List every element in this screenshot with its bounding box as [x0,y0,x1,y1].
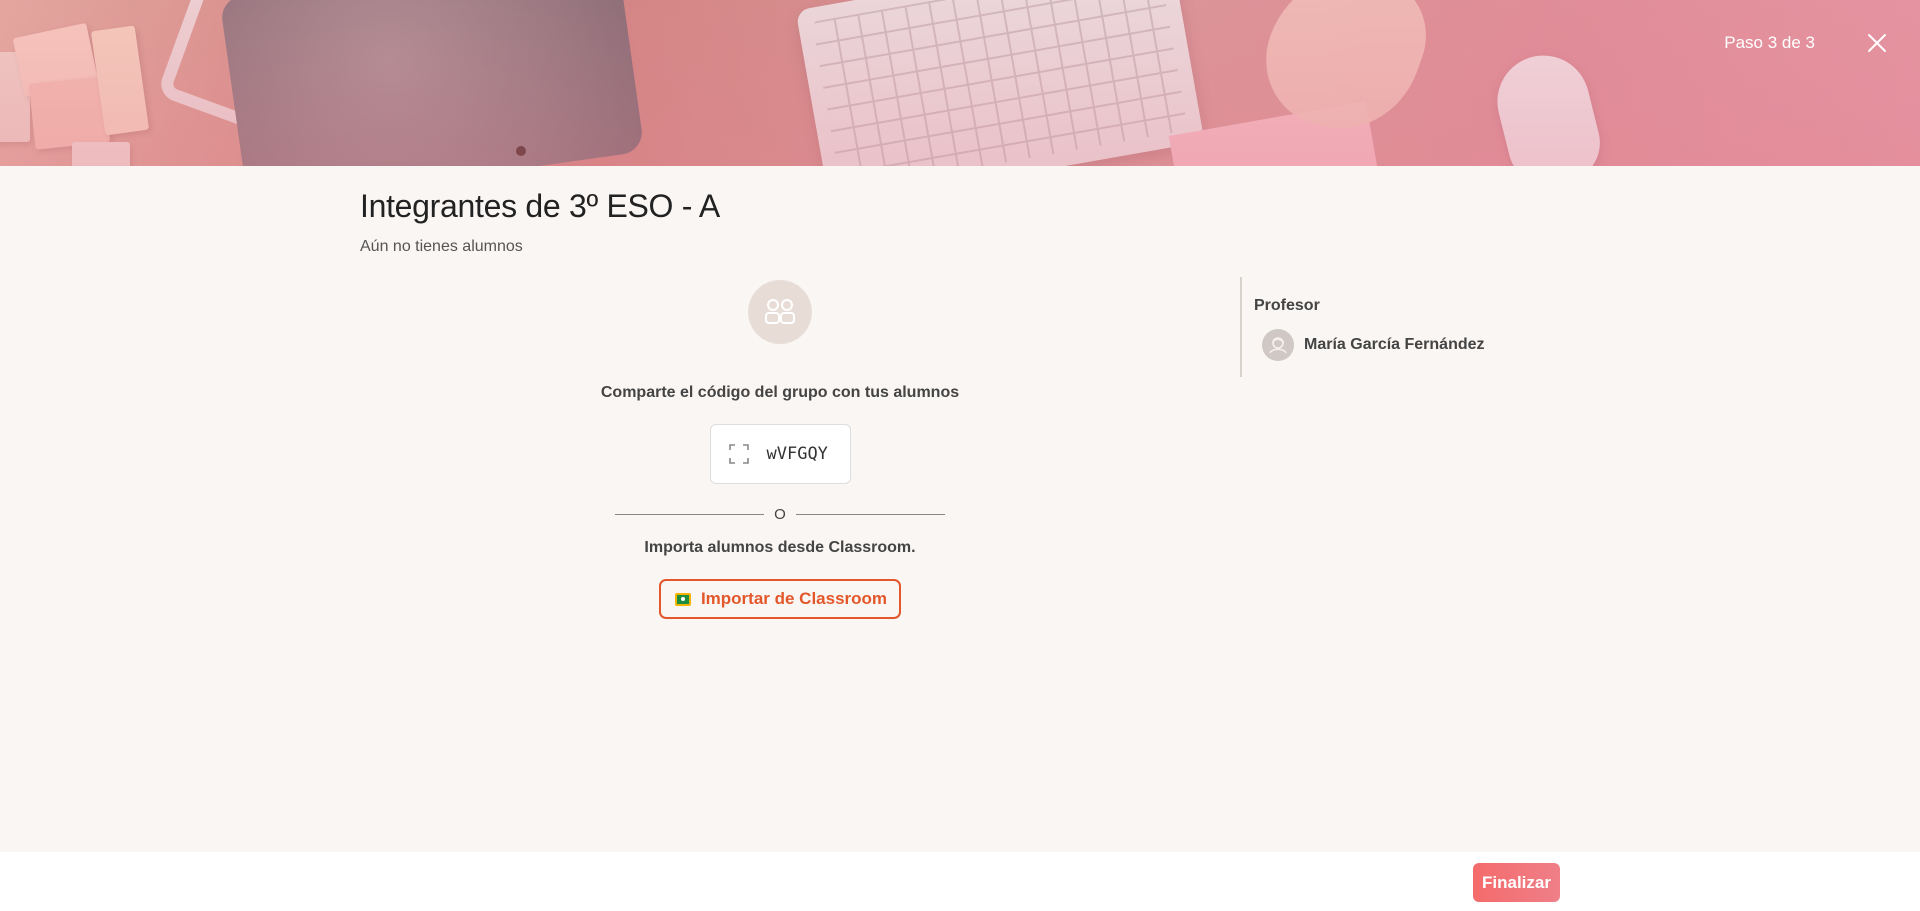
expand-icon [728,444,749,464]
group-icon [765,299,795,324]
banner-decoration [1247,0,1443,151]
share-instructions: Comparte el código del grupo con tus alu… [600,384,960,401]
header-banner: Paso 3 de 3 [0,0,1920,166]
banner-decoration [795,0,1205,166]
banner-decoration [516,146,526,156]
teacher-avatar-icon [1269,337,1287,354]
banner-decoration [1168,101,1382,166]
teacher-panel: Profesor María García Fernández [1240,277,1520,377]
close-icon [1868,34,1886,52]
invite-section: Comparte el código del grupo con tus alu… [600,280,960,619]
teacher-name: María García Fernández [1304,336,1485,353]
or-divider: O [615,506,946,523]
import-classroom-button[interactable]: Importar de Classroom [658,579,902,619]
divider-line [615,514,765,515]
divider-line [795,514,946,515]
teacher-heading: Profesor [1254,297,1320,314]
classroom-icon [674,592,691,606]
group-code: wVFGQY [766,444,828,464]
close-button[interactable] [1864,30,1890,56]
finish-button[interactable]: Finalizar [1473,863,1560,902]
footer-bar: Finalizar [0,852,1920,911]
banner-decoration [219,0,645,166]
avatar [1262,329,1294,361]
banner-decoration [1487,45,1609,166]
step-indicator: Paso 3 de 3 [1724,33,1815,52]
page-title: Integrantes de 3º ESO - A [360,188,720,224]
group-code-box[interactable]: wVFGQY [709,424,851,484]
import-instructions: Importa alumnos desde Classroom. [644,539,916,556]
page-subtitle: Aún no tienes alumnos [360,238,523,255]
divider-text: O [774,506,786,523]
import-classroom-label: Importar de Classroom [700,589,888,608]
banner-decoration [156,0,324,136]
teacher-item: María García Fernández [1262,329,1520,361]
group-avatar [748,280,812,344]
